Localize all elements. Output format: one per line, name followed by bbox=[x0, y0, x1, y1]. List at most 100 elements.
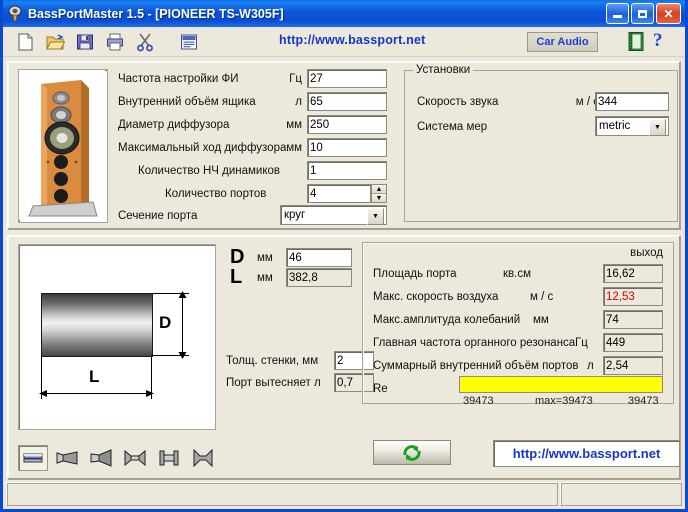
main-toolbar: http://www.bassport.net Car Audio ? bbox=[3, 27, 685, 57]
re-bar-current-value: 39473 bbox=[628, 395, 659, 407]
label-port-section: Сечение порта bbox=[118, 210, 198, 222]
print-button[interactable] bbox=[101, 29, 129, 55]
report-icon bbox=[181, 34, 197, 49]
status-pane-1 bbox=[6, 482, 558, 506]
maximize-icon bbox=[638, 9, 647, 18]
input-port-length[interactable] bbox=[286, 268, 352, 287]
dim-d-label: D bbox=[159, 313, 172, 332]
report-button[interactable] bbox=[175, 29, 203, 55]
stepper-up-icon[interactable]: ▲ bbox=[372, 185, 386, 194]
input-driver-count[interactable] bbox=[307, 161, 387, 180]
label-max-amplitude: Макс.амплитуда колебаний bbox=[373, 314, 521, 326]
output-port-area bbox=[603, 264, 663, 283]
settings-group: Установки Скорость звука м / с Система м… bbox=[404, 64, 678, 222]
shape-straight-tube-button[interactable] bbox=[18, 445, 48, 471]
port-diagram: D L bbox=[18, 244, 216, 430]
shape-hourglass-button[interactable] bbox=[188, 445, 218, 471]
save-disk-icon bbox=[77, 34, 93, 49]
new-file-icon bbox=[18, 33, 33, 50]
toolbar-url-label[interactable]: http://www.bassport.net bbox=[279, 33, 426, 47]
unit-cone-diameter: мм bbox=[286, 119, 302, 131]
print-icon bbox=[107, 33, 123, 50]
application-window: BassPortMaster 1.5 - [PIONEER TS-W305F] … bbox=[0, 0, 688, 512]
label-unit-system: Система мер bbox=[417, 121, 488, 133]
maximize-button[interactable] bbox=[631, 3, 654, 24]
output-max-air-speed bbox=[603, 287, 663, 306]
settings-group-title: Установки bbox=[413, 64, 474, 76]
chevron-down-icon-units[interactable]: ▼ bbox=[649, 119, 666, 136]
shape-horn-button[interactable] bbox=[86, 445, 116, 471]
window-controls: ✕ bbox=[606, 3, 681, 24]
label-max-air-speed: Макс. скорость воздуха bbox=[373, 291, 499, 303]
shape-flanged-tube-icon bbox=[159, 450, 179, 466]
car-audio-button[interactable]: Car Audio bbox=[527, 32, 598, 52]
re-bar-min-value: 39473 bbox=[463, 395, 494, 407]
unit-total-port-volume: л bbox=[587, 360, 594, 372]
label-re: Re bbox=[373, 383, 388, 395]
close-button[interactable]: ✕ bbox=[656, 3, 681, 24]
dim-d-arrows bbox=[178, 291, 187, 359]
select-unit-system[interactable]: metric ▼ bbox=[595, 116, 669, 136]
output-max-amplitude bbox=[603, 310, 663, 329]
help-button[interactable]: ? bbox=[653, 30, 663, 52]
label-driver-count: Количество НЧ динамиков bbox=[138, 165, 280, 177]
input-sound-speed[interactable] bbox=[595, 92, 669, 111]
input-port-diameter[interactable] bbox=[286, 248, 352, 267]
label-tuning-frequency: Частота настройки ФИ bbox=[118, 73, 239, 85]
input-panel: Частота настройки ФИ Гц Внутренний объём… bbox=[7, 61, 681, 230]
label-cone-diameter: Диаметр диффузора bbox=[118, 119, 230, 131]
output-total-port-volume bbox=[603, 356, 663, 375]
window-title: BassPortMaster 1.5 - [PIONEER TS-W305F] bbox=[28, 6, 284, 21]
label-box-volume: Внутренний объём ящика bbox=[118, 96, 256, 108]
output-group: выход Площадь порта кв.см Макс. скорость… bbox=[362, 242, 674, 407]
shape-cone-button[interactable] bbox=[52, 445, 82, 471]
minimize-icon bbox=[613, 15, 622, 18]
shape-straight-tube-icon bbox=[23, 453, 43, 463]
unit-system-value: metric bbox=[599, 120, 631, 132]
shape-flanged-tube-button[interactable] bbox=[154, 445, 184, 471]
port-count-stepper[interactable]: ▲ ▼ bbox=[371, 184, 387, 203]
select-port-section[interactable]: круг ▼ bbox=[280, 205, 387, 225]
shape-horn-icon bbox=[90, 449, 112, 467]
minimize-button[interactable] bbox=[606, 3, 629, 24]
unit-max-air-speed: м / с bbox=[530, 291, 554, 303]
open-file-button[interactable] bbox=[41, 29, 69, 55]
unit-sound-speed: м / с bbox=[575, 96, 599, 108]
unit-box-volume: л bbox=[295, 96, 302, 108]
refresh-recycle-icon bbox=[403, 444, 421, 461]
label-port-area: Площадь порта bbox=[373, 268, 457, 280]
save-button[interactable] bbox=[71, 29, 99, 55]
output-header: выход bbox=[630, 247, 663, 259]
status-bar bbox=[3, 480, 685, 509]
cut-button[interactable] bbox=[131, 29, 159, 55]
label-sound-speed: Скорость звука bbox=[417, 96, 499, 108]
re-progress-fill bbox=[460, 377, 662, 392]
input-cone-diameter[interactable] bbox=[307, 115, 387, 134]
output-organ-resonance bbox=[603, 333, 663, 352]
re-bar-max-value: max=39473 bbox=[535, 395, 593, 407]
unit-port-area: кв.см bbox=[503, 268, 531, 280]
open-folder-icon bbox=[46, 33, 65, 49]
unit-max-amplitude: мм bbox=[533, 314, 549, 326]
shape-double-flare-button[interactable] bbox=[120, 445, 150, 471]
label-port-displacement: Порт вытесняет л bbox=[226, 377, 321, 389]
dim-l-label: L bbox=[89, 367, 100, 386]
close-icon: ✕ bbox=[663, 6, 674, 21]
input-max-excursion[interactable] bbox=[307, 138, 387, 157]
new-file-button[interactable] bbox=[11, 29, 39, 55]
label-port-count: Количество портов bbox=[165, 188, 267, 200]
notebook-button[interactable] bbox=[626, 31, 646, 57]
input-port-count[interactable] bbox=[307, 184, 371, 203]
unit-tuning-frequency: Гц bbox=[289, 73, 302, 85]
shape-double-flare-icon bbox=[124, 449, 146, 467]
re-progress-bar bbox=[459, 376, 663, 393]
title-bar: BassPortMaster 1.5 - [PIONEER TS-W305F] … bbox=[3, 0, 685, 27]
chevron-down-icon[interactable]: ▼ bbox=[367, 208, 384, 225]
port-l-label: L bbox=[230, 266, 243, 288]
stepper-down-icon[interactable]: ▼ bbox=[372, 194, 386, 202]
input-tuning-frequency[interactable] bbox=[307, 69, 387, 88]
recalculate-button[interactable] bbox=[373, 440, 451, 465]
input-box-volume[interactable] bbox=[307, 92, 387, 111]
footer-url-link[interactable]: http://www.bassport.net bbox=[493, 440, 680, 467]
label-wall-thickness: Толщ. стенки, мм bbox=[226, 355, 319, 367]
